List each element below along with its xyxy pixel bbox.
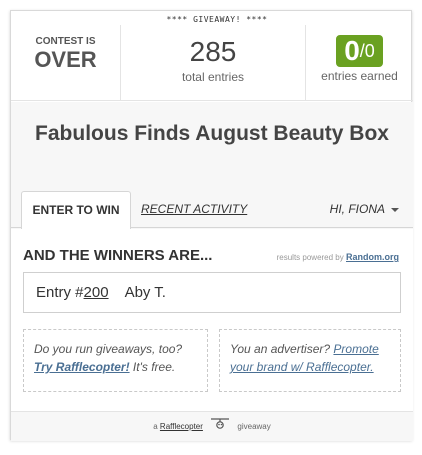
total-entries-count: 285: [189, 36, 237, 67]
powered-by-label: results powered by: [276, 253, 344, 262]
entries-earned-total: /0: [359, 41, 375, 61]
rafflecopter-link[interactable]: Rafflecopter: [160, 422, 203, 431]
random-org-link[interactable]: Random.org: [346, 252, 399, 262]
entries-earned: 0/0 entries earned: [306, 25, 413, 101]
entries-earned-count: 0: [344, 35, 360, 66]
entries-earned-badge: 0/0: [336, 35, 383, 67]
total-entries-label: total entries: [181, 70, 245, 84]
try-rafflecopter-link[interactable]: Try Rafflecopter!: [34, 360, 130, 374]
promo-right-text: You an advertiser?: [230, 342, 331, 356]
winner-entry: Entry #200 Aby T.: [23, 272, 401, 313]
promo-left-suffix: It's free.: [129, 360, 176, 374]
tab-recent-activity[interactable]: RECENT ACTIVITY: [141, 191, 247, 228]
giveaway-widget: **** GIVEAWAY! **** CONTEST IS OVER 285 …: [10, 10, 413, 441]
tab-enter-to-win[interactable]: ENTER TO WIN: [21, 191, 131, 229]
winners-heading: AND THE WINNERS ARE...: [23, 247, 213, 264]
user-greeting: HI, FIONA: [329, 202, 385, 216]
promo-left-text: Do you run giveaways, too?: [34, 342, 183, 356]
chevron-down-icon: [391, 207, 399, 212]
promo-run-giveaways: Do you run giveaways, too? Try Rafflecop…: [23, 329, 208, 392]
entry-prefix: Entry #: [36, 284, 84, 301]
winners-panel: AND THE WINNERS ARE... results powered b…: [11, 229, 413, 419]
total-entries: 285 total entries: [121, 25, 306, 101]
winner-name: Aby T.: [124, 284, 166, 301]
powered-by: results powered by Random.org: [277, 252, 399, 262]
promo-advertiser: You an advertiser? Promote your brand w/…: [219, 329, 401, 392]
footer: a Rafflecopter giveaway: [11, 411, 413, 441]
footer-suffix: giveaway: [237, 422, 271, 431]
giveaway-banner: **** GIVEAWAY! ****: [166, 15, 268, 24]
footer-prefix: a: [153, 422, 158, 431]
stats-row: CONTEST IS OVER 285 total entries 0/0 en…: [11, 25, 413, 101]
user-menu[interactable]: HI, FIONA: [330, 191, 399, 228]
contest-status: CONTEST IS OVER: [11, 25, 121, 101]
contest-status-value: OVER: [34, 47, 97, 72]
entries-earned-label: entries earned: [321, 69, 398, 83]
contest-status-label: CONTEST IS: [35, 36, 96, 47]
rafflecopter-logo-icon: [209, 412, 231, 441]
tab-bar: ENTER TO WIN RECENT ACTIVITY HI, FIONA: [11, 191, 413, 229]
giveaway-title: Fabulous Finds August Beauty Box: [35, 122, 389, 145]
entry-number-link[interactable]: 200: [84, 284, 109, 301]
